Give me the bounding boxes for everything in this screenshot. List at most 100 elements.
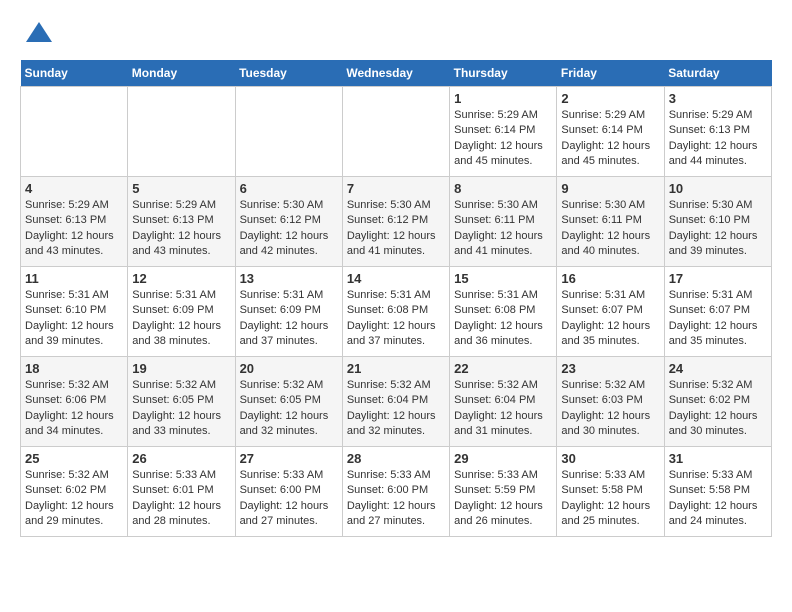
day-info: Sunrise: 5:29 AM Sunset: 6:14 PM Dayligh… (454, 108, 552, 170)
day-cell: 31 Sunrise: 5:33 AM Sunset: 5:58 PM Dayli… (664, 447, 771, 537)
day-cell: 9 Sunrise: 5:30 AM Sunset: 6:11 PM Daylig… (557, 177, 664, 267)
day-info: Sunrise: 5:32 AM Sunset: 6:05 PM Dayligh… (240, 378, 338, 440)
day-info: Sunrise: 5:33 AM Sunset: 6:00 PM Dayligh… (347, 468, 445, 530)
day-info: Sunrise: 5:33 AM Sunset: 6:00 PM Dayligh… (240, 468, 338, 530)
day-info: Sunrise: 5:29 AM Sunset: 6:13 PM Dayligh… (132, 198, 230, 260)
day-info: Sunrise: 5:29 AM Sunset: 6:14 PM Dayligh… (561, 108, 659, 170)
day-number: 21 (347, 361, 445, 376)
day-number: 26 (132, 451, 230, 466)
day-info: Sunrise: 5:30 AM Sunset: 6:10 PM Dayligh… (669, 198, 767, 260)
day-number: 28 (347, 451, 445, 466)
day-info: Sunrise: 5:29 AM Sunset: 6:13 PM Dayligh… (669, 108, 767, 170)
day-info: Sunrise: 5:32 AM Sunset: 6:06 PM Dayligh… (25, 378, 123, 440)
day-number: 18 (25, 361, 123, 376)
weekday-header-saturday: Saturday (664, 60, 771, 87)
day-info: Sunrise: 5:32 AM Sunset: 6:02 PM Dayligh… (25, 468, 123, 530)
day-number: 11 (25, 271, 123, 286)
day-info: Sunrise: 5:33 AM Sunset: 5:58 PM Dayligh… (561, 468, 659, 530)
day-cell: 11 Sunrise: 5:31 AM Sunset: 6:10 PM Dayli… (21, 267, 128, 357)
day-number: 14 (347, 271, 445, 286)
day-number: 1 (454, 91, 552, 106)
day-number: 6 (240, 181, 338, 196)
day-info: Sunrise: 5:33 AM Sunset: 5:58 PM Dayligh… (669, 468, 767, 530)
day-cell: 10 Sunrise: 5:30 AM Sunset: 6:10 PM Dayli… (664, 177, 771, 267)
day-info: Sunrise: 5:31 AM Sunset: 6:10 PM Dayligh… (25, 288, 123, 350)
day-number: 9 (561, 181, 659, 196)
day-cell (342, 87, 449, 177)
day-cell: 18 Sunrise: 5:32 AM Sunset: 6:06 PM Dayli… (21, 357, 128, 447)
day-info: Sunrise: 5:30 AM Sunset: 6:12 PM Dayligh… (240, 198, 338, 260)
week-row-2: 11 Sunrise: 5:31 AM Sunset: 6:10 PM Dayli… (21, 267, 772, 357)
day-cell: 1 Sunrise: 5:29 AM Sunset: 6:14 PM Daylig… (450, 87, 557, 177)
day-number: 22 (454, 361, 552, 376)
day-info: Sunrise: 5:30 AM Sunset: 6:11 PM Dayligh… (561, 198, 659, 260)
day-number: 10 (669, 181, 767, 196)
day-info: Sunrise: 5:33 AM Sunset: 6:01 PM Dayligh… (132, 468, 230, 530)
day-info: Sunrise: 5:31 AM Sunset: 6:08 PM Dayligh… (347, 288, 445, 350)
day-info: Sunrise: 5:32 AM Sunset: 6:03 PM Dayligh… (561, 378, 659, 440)
day-cell: 25 Sunrise: 5:32 AM Sunset: 6:02 PM Dayli… (21, 447, 128, 537)
weekday-header-row: SundayMondayTuesdayWednesdayThursdayFrid… (21, 60, 772, 87)
day-number: 30 (561, 451, 659, 466)
day-info: Sunrise: 5:31 AM Sunset: 6:08 PM Dayligh… (454, 288, 552, 350)
day-cell: 8Sunrise: 5:30 AM Sunset: 6:11 PM Daylig… (450, 177, 557, 267)
day-number: 29 (454, 451, 552, 466)
day-number: 16 (561, 271, 659, 286)
day-cell: 26 Sunrise: 5:33 AM Sunset: 6:01 PM Dayli… (128, 447, 235, 537)
day-info: Sunrise: 5:31 AM Sunset: 6:09 PM Dayligh… (240, 288, 338, 350)
day-cell: 6 Sunrise: 5:30 AM Sunset: 6:12 PM Daylig… (235, 177, 342, 267)
day-info: Sunrise: 5:32 AM Sunset: 6:04 PM Dayligh… (454, 378, 552, 440)
day-cell: 17 Sunrise: 5:31 AM Sunset: 6:07 PM Dayli… (664, 267, 771, 357)
day-cell: 28 Sunrise: 5:33 AM Sunset: 6:00 PM Dayli… (342, 447, 449, 537)
day-number: 24 (669, 361, 767, 376)
weekday-header-monday: Monday (128, 60, 235, 87)
day-number: 31 (669, 451, 767, 466)
page-header (20, 20, 772, 50)
day-number: 2 (561, 91, 659, 106)
weekday-header-tuesday: Tuesday (235, 60, 342, 87)
day-info: Sunrise: 5:31 AM Sunset: 6:07 PM Dayligh… (561, 288, 659, 350)
day-cell: 22 Sunrise: 5:32 AM Sunset: 6:04 PM Dayli… (450, 357, 557, 447)
day-number: 5 (132, 181, 230, 196)
day-cell: 12Sunrise: 5:31 AM Sunset: 6:09 PM Dayli… (128, 267, 235, 357)
day-number: 20 (240, 361, 338, 376)
day-cell: 21 Sunrise: 5:32 AM Sunset: 6:04 PM Dayli… (342, 357, 449, 447)
day-cell: 7 Sunrise: 5:30 AM Sunset: 6:12 PM Daylig… (342, 177, 449, 267)
day-number: 17 (669, 271, 767, 286)
day-info: Sunrise: 5:33 AM Sunset: 5:59 PM Dayligh… (454, 468, 552, 530)
day-info: Sunrise: 5:31 AM Sunset: 6:07 PM Dayligh… (669, 288, 767, 350)
day-number: 19 (132, 361, 230, 376)
day-cell: 30 Sunrise: 5:33 AM Sunset: 5:58 PM Dayli… (557, 447, 664, 537)
day-info: Sunrise: 5:29 AM Sunset: 6:13 PM Dayligh… (25, 198, 123, 260)
day-cell (21, 87, 128, 177)
day-cell: 13 Sunrise: 5:31 AM Sunset: 6:09 PM Dayli… (235, 267, 342, 357)
day-number: 12 (132, 271, 230, 286)
day-number: 7 (347, 181, 445, 196)
day-cell: 27Sunrise: 5:33 AM Sunset: 6:00 PM Dayli… (235, 447, 342, 537)
day-info: Sunrise: 5:32 AM Sunset: 6:02 PM Dayligh… (669, 378, 767, 440)
week-row-0: 1 Sunrise: 5:29 AM Sunset: 6:14 PM Daylig… (21, 87, 772, 177)
logo (20, 20, 54, 50)
day-number: 3 (669, 91, 767, 106)
day-cell: 23 Sunrise: 5:32 AM Sunset: 6:03 PM Dayli… (557, 357, 664, 447)
day-cell: 5 Sunrise: 5:29 AM Sunset: 6:13 PM Daylig… (128, 177, 235, 267)
calendar-table: SundayMondayTuesdayWednesdayThursdayFrid… (20, 60, 772, 537)
day-info: Sunrise: 5:30 AM Sunset: 6:12 PM Dayligh… (347, 198, 445, 260)
day-info: Sunrise: 5:32 AM Sunset: 6:04 PM Dayligh… (347, 378, 445, 440)
weekday-header-friday: Friday (557, 60, 664, 87)
day-cell: 20 Sunrise: 5:32 AM Sunset: 6:05 PM Dayli… (235, 357, 342, 447)
day-number: 25 (25, 451, 123, 466)
day-cell: 4 Sunrise: 5:29 AM Sunset: 6:13 PM Daylig… (21, 177, 128, 267)
day-number: 23 (561, 361, 659, 376)
day-number: 13 (240, 271, 338, 286)
day-cell: 15Sunrise: 5:31 AM Sunset: 6:08 PM Dayli… (450, 267, 557, 357)
day-cell (128, 87, 235, 177)
day-cell: 14 Sunrise: 5:31 AM Sunset: 6:08 PM Dayli… (342, 267, 449, 357)
day-cell: 19Sunrise: 5:32 AM Sunset: 6:05 PM Dayli… (128, 357, 235, 447)
day-cell (235, 87, 342, 177)
day-number: 8 (454, 181, 552, 196)
day-number: 4 (25, 181, 123, 196)
week-row-1: 4 Sunrise: 5:29 AM Sunset: 6:13 PM Daylig… (21, 177, 772, 267)
week-row-4: 25 Sunrise: 5:32 AM Sunset: 6:02 PM Dayli… (21, 447, 772, 537)
day-cell: 16 Sunrise: 5:31 AM Sunset: 6:07 PM Dayli… (557, 267, 664, 357)
